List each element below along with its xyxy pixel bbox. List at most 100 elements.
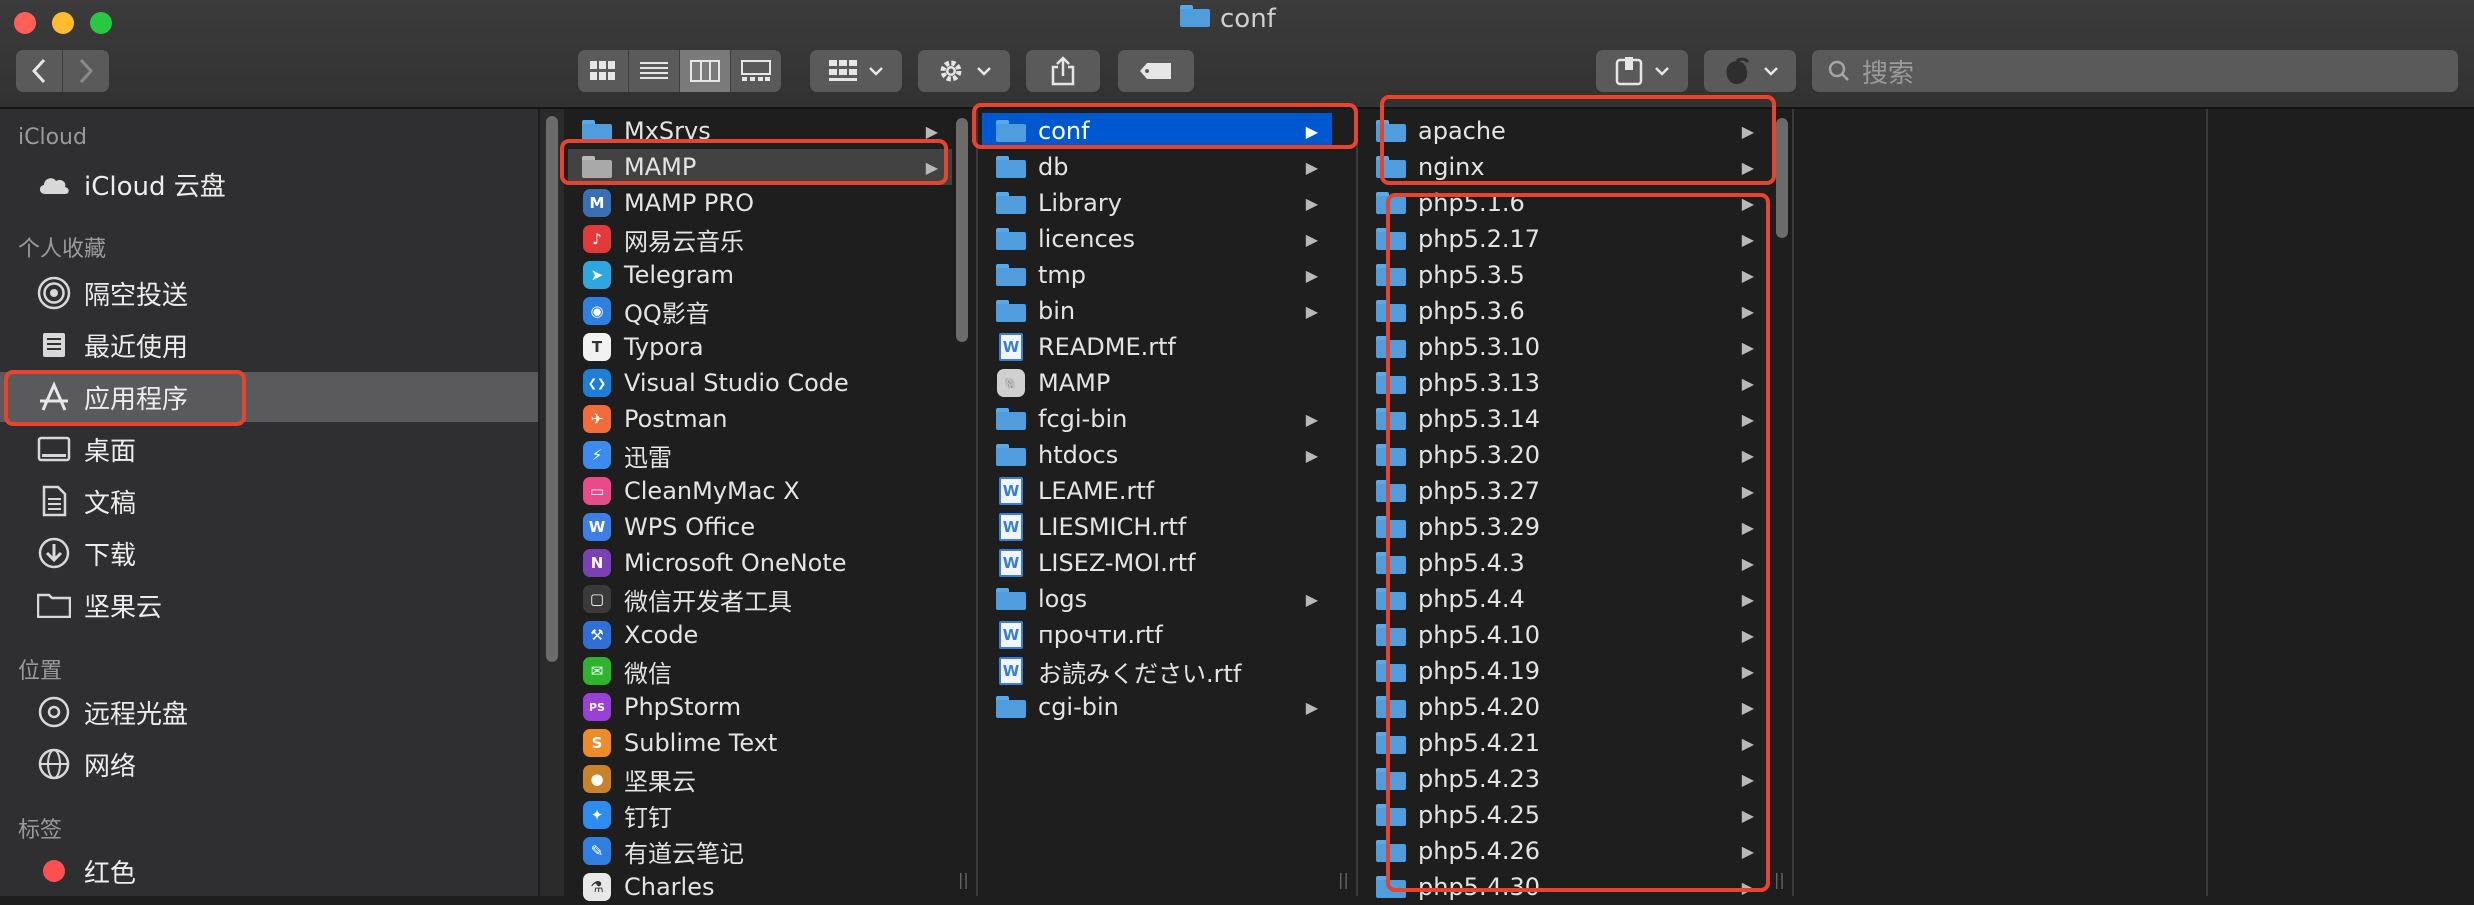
list-item[interactable]: ❮❯ Visual Studio Code [568, 365, 952, 401]
disclosure-arrow-icon: ▶ [1305, 229, 1318, 249]
list-item[interactable]: ▢ 微信开发者工具 [568, 581, 952, 617]
list-item[interactable]: ⚗ Charles [568, 869, 952, 905]
telegram-icon: ➤ [580, 260, 614, 290]
list-item[interactable]: htdocs ▶ [982, 437, 1332, 473]
column-empty [1794, 109, 2208, 896]
list-item[interactable]: PS PhpStorm [568, 689, 952, 725]
list-item[interactable]: S Sublime Text [568, 725, 952, 761]
sidebar-item-nutstore[interactable]: 坚果云 [0, 580, 538, 630]
back-button[interactable] [16, 50, 63, 92]
sidebar-header-favorites: 个人收藏 [18, 237, 107, 262]
wechat-icon: ✉ [580, 656, 614, 686]
search-icon [1828, 60, 1849, 81]
list-item[interactable]: db ▶ [982, 149, 1332, 185]
group-by-button[interactable] [810, 50, 902, 92]
network-icon [34, 744, 74, 784]
search-field[interactable]: 搜索 [1812, 50, 2458, 92]
list-item-label: licences [1038, 225, 1135, 253]
minimize-window-button[interactable] [52, 12, 74, 34]
list-item[interactable]: ⚡ 迅雷 [568, 437, 952, 473]
list-item[interactable]: 🐘 MAMP [982, 365, 1332, 401]
list-item[interactable]: cgi-bin ▶ [982, 689, 1332, 725]
list-item[interactable]: ✎ 有道云笔记 [568, 833, 952, 869]
list-item[interactable]: logs ▶ [982, 581, 1332, 617]
sidebar-item-tag-red[interactable]: 红色 [0, 846, 538, 896]
chevron-right-icon [79, 58, 94, 84]
sidebar-item-documents[interactable]: 文稿 [0, 476, 538, 526]
netease-music-icon: ♪ [580, 224, 614, 254]
list-item[interactable]: ⚒ Xcode [568, 617, 952, 653]
youdao-note-icon: ✎ [580, 836, 614, 866]
disclosure-arrow-icon: ▶ [1305, 301, 1318, 321]
sidebar-item-downloads[interactable]: 下载 [0, 528, 538, 578]
tag-button[interactable] [1118, 50, 1194, 92]
list-item[interactable]: Wпрочти.rtf [982, 617, 1332, 653]
sidebar-scroll-thumb[interactable] [546, 116, 558, 662]
list-item[interactable]: W お読みください.rtf [982, 653, 1332, 689]
folder-icon [994, 584, 1028, 614]
list-item[interactable]: ➤ Telegram [568, 257, 952, 293]
list-item[interactable]: ♪ 网易云音乐 [568, 221, 952, 257]
icon-view-button[interactable] [578, 50, 629, 92]
zoom-window-button[interactable] [90, 12, 112, 34]
list-item-label: cgi-bin [1038, 693, 1119, 721]
list-item-label: db [1038, 153, 1069, 181]
column-resize-handle[interactable]: || [1338, 870, 1349, 889]
list-item[interactable]: W LISEZ-MOI.rtf [982, 545, 1332, 581]
list-item[interactable]: tmp ▶ [982, 257, 1332, 293]
list-item-label: LEAME.rtf [1038, 477, 1155, 505]
sidebar-item-icloud-drive[interactable]: iCloud 云盘 [0, 159, 538, 209]
sidebar-item-label: 远程光盘 [84, 699, 189, 730]
column-view-button[interactable] [680, 50, 731, 92]
list-item[interactable]: M MAMP PRO [568, 185, 952, 221]
grid-icon [590, 61, 615, 80]
list-item[interactable]: bin ▶ [982, 293, 1332, 329]
nutstore-extension-button[interactable] [1704, 50, 1796, 92]
share-button[interactable] [1026, 50, 1100, 92]
action-menu-button[interactable] [918, 50, 1010, 92]
airdrop-icon [34, 273, 74, 313]
sidebar-item-desktop[interactable]: 桌面 [0, 424, 538, 474]
sidebar-item-network[interactable]: 网络 [0, 739, 538, 789]
list-item[interactable]: W WPS Office [568, 509, 952, 545]
list-item-label: WPS Office [624, 513, 756, 541]
list-item[interactable]: W README.rtf [982, 329, 1332, 365]
gallery-view-button[interactable] [731, 50, 781, 92]
sidebar-item-label: 红色 [84, 858, 137, 889]
sidebar-item-remote-disc[interactable]: 远程光盘 [0, 687, 538, 737]
sidebar-item-airdrop[interactable]: 隔空投送 [0, 268, 538, 318]
column-scroll-thumb[interactable] [1776, 118, 1788, 238]
chevron-down-icon [869, 67, 883, 76]
sidebar: iCloud iCloud 云盘 个人收藏 隔空投送 最近使用 应用程序 桌面 … [0, 109, 538, 896]
gallery-icon [741, 60, 771, 81]
chevron-down-icon [1655, 67, 1669, 76]
list-item[interactable]: ◉ QQ影音 [568, 293, 952, 329]
sidebar-item-label: 下载 [84, 540, 137, 571]
list-item[interactable]: ✦ 钉钉 [568, 797, 952, 833]
folder-icon [994, 296, 1028, 326]
nutstore-icon: ● [580, 764, 614, 794]
window-title: conf [1180, 4, 1276, 34]
sidebar-item-recents[interactable]: 最近使用 [0, 320, 538, 370]
qq-player-icon: ◉ [580, 296, 614, 326]
list-item[interactable]: ▭ CleanMyMac X [568, 473, 952, 509]
close-window-button[interactable] [14, 12, 36, 34]
forward-button[interactable] [63, 50, 109, 92]
column-scroll-thumb[interactable] [956, 118, 968, 342]
list-item[interactable]: fcgi-bin ▶ [982, 401, 1332, 437]
list-item[interactable]: Library ▶ [982, 185, 1332, 221]
column-resize-handle[interactable]: || [1774, 870, 1785, 889]
list-item[interactable]: W LEAME.rtf [982, 473, 1332, 509]
list-item[interactable]: ● 坚果云 [568, 761, 952, 797]
list-item[interactable]: ✉ 微信 [568, 653, 952, 689]
list-item[interactable]: ✈ Postman [568, 401, 952, 437]
thunder-icon: ⚡ [580, 440, 614, 470]
archive-extension-button[interactable] [1596, 50, 1688, 92]
list-item[interactable]: licences ▶ [982, 221, 1332, 257]
view-mode-segment [578, 50, 781, 92]
list-item[interactable]: W LIESMICH.rtf [982, 509, 1332, 545]
column-resize-handle[interactable]: || [958, 870, 969, 889]
list-item[interactable]: N Microsoft OneNote [568, 545, 952, 581]
list-view-button[interactable] [629, 50, 680, 92]
list-item[interactable]: T Typora [568, 329, 952, 365]
